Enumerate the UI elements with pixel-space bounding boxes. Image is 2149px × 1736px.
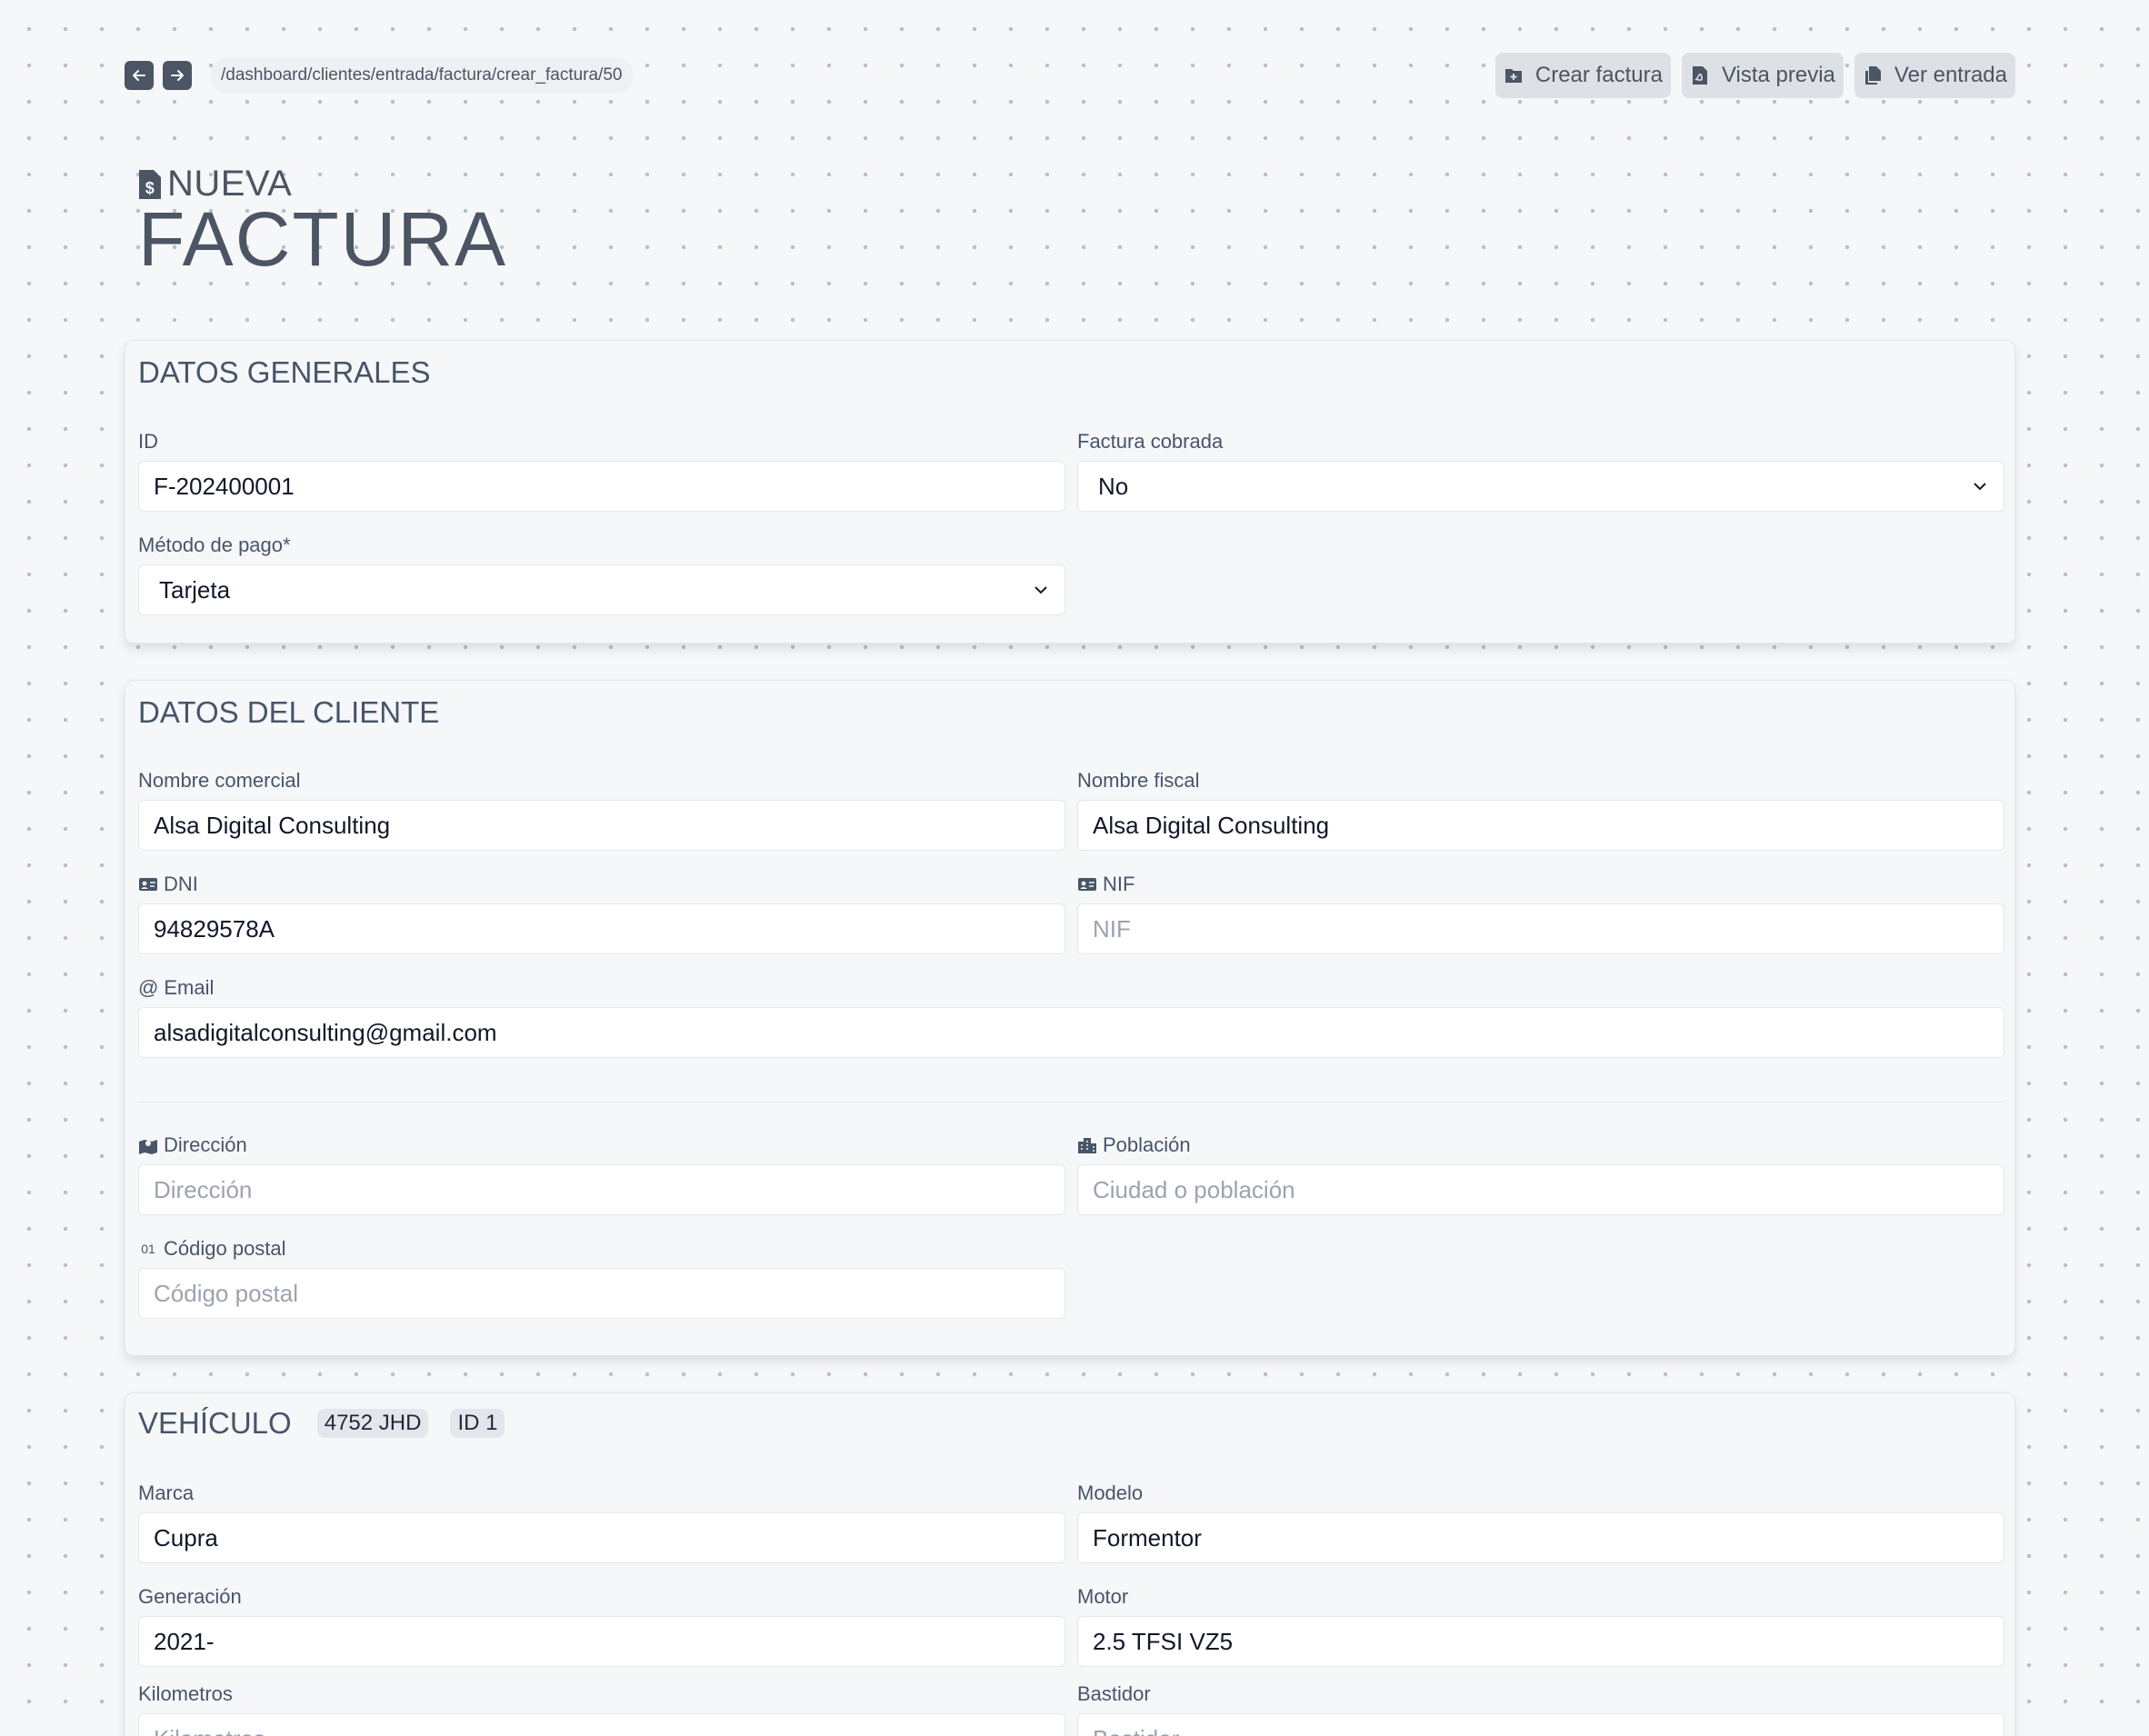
datos-cliente-card: DATOS DEL CLIENTE Nombre comercial Alsa …	[125, 680, 2015, 1356]
marca-input[interactable]: Cupra	[138, 1512, 1065, 1563]
email-label: @ Email	[138, 976, 2004, 1000]
invoice-dollar-icon: $	[139, 169, 161, 199]
generacion-label: Generación	[138, 1585, 242, 1608]
bastidor-field: Bastidor Bastidor	[1077, 1682, 2004, 1736]
generacion-input[interactable]: 2021-	[138, 1616, 1065, 1667]
nombre-fiscal-field: Nombre fiscal Alsa Digital Consulting	[1077, 769, 2004, 851]
motor-label: Motor	[1077, 1585, 1129, 1608]
copy-files-icon	[1864, 66, 1881, 85]
plate-badge: 4752 JHD	[316, 1409, 429, 1438]
vehiculo-title-text: VEHÍCULO	[138, 1406, 292, 1440]
numeric-icon: 01	[141, 1242, 155, 1256]
cobrada-label: Factura cobrada	[1077, 430, 1224, 453]
generacion-field: Generación 2021-	[138, 1585, 1065, 1667]
nif-label: NIF	[1077, 873, 2004, 896]
folder-plus-icon	[1504, 69, 1522, 83]
cobrada-field: Factura cobrada No	[1077, 430, 2004, 512]
poblacion-label-text: Población	[1103, 1133, 1191, 1156]
nombre-comercial-input[interactable]: Alsa Digital Consulting	[138, 800, 1065, 851]
city-icon	[1078, 1138, 1096, 1153]
modelo-input[interactable]: Formentor	[1077, 1512, 2004, 1563]
cp-label-text: Código postal	[164, 1237, 286, 1260]
arrow-right-icon	[171, 70, 184, 81]
datos-generales-card: DATOS GENERALES ID F-202400001 Factura c…	[125, 340, 2015, 644]
forward-button[interactable]	[163, 61, 192, 90]
nif-label-text: NIF	[1103, 873, 1135, 895]
at-icon: @	[138, 976, 159, 999]
nav-group: /dashboard/clientes/entrada/factura/crea…	[125, 57, 634, 94]
title-big-text: FACTURA	[138, 196, 508, 282]
chevron-down-icon	[1035, 586, 1047, 594]
direccion-input[interactable]: Dirección	[138, 1164, 1065, 1215]
km-input[interactable]: Kilometros	[138, 1713, 1065, 1736]
km-label: Kilometros	[138, 1682, 233, 1705]
id-input[interactable]: F-202400001	[138, 461, 1065, 512]
arrow-left-icon	[133, 70, 145, 81]
id-label: ID	[138, 430, 158, 453]
marca-label: Marca	[138, 1482, 195, 1504]
vehiculo-card: VEHÍCULO 4752 JHD ID 1 Marca Cupra Model…	[125, 1392, 2015, 1736]
bastidor-input[interactable]: Bastidor	[1077, 1713, 2004, 1736]
nombre-fiscal-label: Nombre fiscal	[1077, 769, 1200, 792]
dni-label-text: DNI	[164, 873, 198, 895]
action-buttons: Crear factura Vista previa Ver entrada	[1494, 53, 2015, 98]
marca-field: Marca Cupra	[138, 1482, 1065, 1563]
id-card-icon	[1078, 878, 1096, 891]
svg-text:$: $	[145, 179, 155, 197]
modelo-field: Modelo Formentor	[1077, 1482, 2004, 1563]
direccion-label-text: Dirección	[164, 1133, 247, 1156]
crear-factura-button[interactable]: Crear factura	[1494, 53, 1671, 98]
page-title: $ NUEVA FACTURA	[138, 164, 507, 277]
id-field: ID F-202400001	[138, 430, 1065, 512]
back-button[interactable]	[125, 61, 154, 90]
vista-previa-button[interactable]: Vista previa	[1681, 53, 1844, 98]
metodo-label: Método de pago*	[138, 534, 291, 556]
datos-cliente-title: DATOS DEL CLIENTE	[138, 695, 439, 730]
nif-field: NIF NIF	[1077, 873, 2004, 954]
vista-previa-label: Vista previa	[1721, 63, 1835, 87]
top-bar: /dashboard/clientes/entrada/factura/crea…	[125, 50, 2015, 101]
ver-entrada-label: Ver entrada	[1894, 63, 2007, 87]
chevron-down-icon	[1974, 483, 1986, 491]
direccion-label: Dirección	[138, 1133, 1065, 1157]
cobrada-select[interactable]: No	[1077, 461, 2004, 512]
direccion-field: Dirección Dirección	[138, 1133, 1065, 1215]
nombre-comercial-field: Nombre comercial Alsa Digital Consulting	[138, 769, 1065, 851]
cobrada-value: No	[1098, 472, 1129, 500]
datos-generales-title-text: DATOS GENERALES	[138, 355, 431, 389]
dni-input[interactable]: 94829578A	[138, 903, 1065, 954]
poblacion-field: Población Ciudad o población	[1077, 1133, 2004, 1215]
vehicle-id-badge: ID 1	[450, 1409, 505, 1438]
vehiculo-title: VEHÍCULO 4752 JHD ID 1	[138, 1406, 505, 1441]
cp-label: 01 Código postal	[138, 1237, 1065, 1261]
nombre-fiscal-input[interactable]: Alsa Digital Consulting	[1077, 800, 2004, 851]
crear-factura-label: Crear factura	[1534, 63, 1663, 87]
email-input[interactable]: alsadigitalconsulting@gmail.com	[138, 1007, 2004, 1058]
datos-generales-title: DATOS GENERALES	[138, 355, 431, 390]
metodo-value: Tarjeta	[159, 575, 231, 604]
nombre-comercial-label: Nombre comercial	[138, 769, 301, 792]
file-pdf-icon	[1692, 66, 1707, 85]
km-field: Kilometros Kilometros	[138, 1682, 1065, 1736]
modelo-label: Modelo	[1077, 1482, 1144, 1504]
cp-input[interactable]: Código postal	[138, 1268, 1065, 1319]
email-label-text: Email	[164, 976, 215, 999]
nif-input[interactable]: NIF	[1077, 903, 2004, 954]
dni-field: DNI 94829578A	[138, 873, 1065, 954]
email-field: @ Email alsadigitalconsulting@gmail.com	[138, 976, 2004, 1058]
breadcrumb-path[interactable]: /dashboard/clientes/entrada/factura/crea…	[210, 57, 634, 94]
datos-cliente-title-text: DATOS DEL CLIENTE	[138, 695, 440, 729]
dni-label: DNI	[138, 873, 1065, 896]
bastidor-label: Bastidor	[1077, 1682, 1151, 1705]
poblacion-input[interactable]: Ciudad o población	[1077, 1164, 2004, 1215]
ver-entrada-button[interactable]: Ver entrada	[1854, 53, 2015, 98]
metodo-select[interactable]: Tarjeta	[138, 564, 1065, 615]
id-card-icon	[139, 878, 157, 891]
metodo-field: Método de pago* Tarjeta	[138, 534, 1065, 615]
poblacion-label: Población	[1077, 1133, 2004, 1157]
motor-field: Motor 2.5 TFSI VZ5	[1077, 1585, 2004, 1667]
map-location-icon	[139, 1140, 157, 1154]
motor-input[interactable]: 2.5 TFSI VZ5	[1077, 1616, 2004, 1667]
cp-field: 01 Código postal Código postal	[138, 1237, 1065, 1319]
